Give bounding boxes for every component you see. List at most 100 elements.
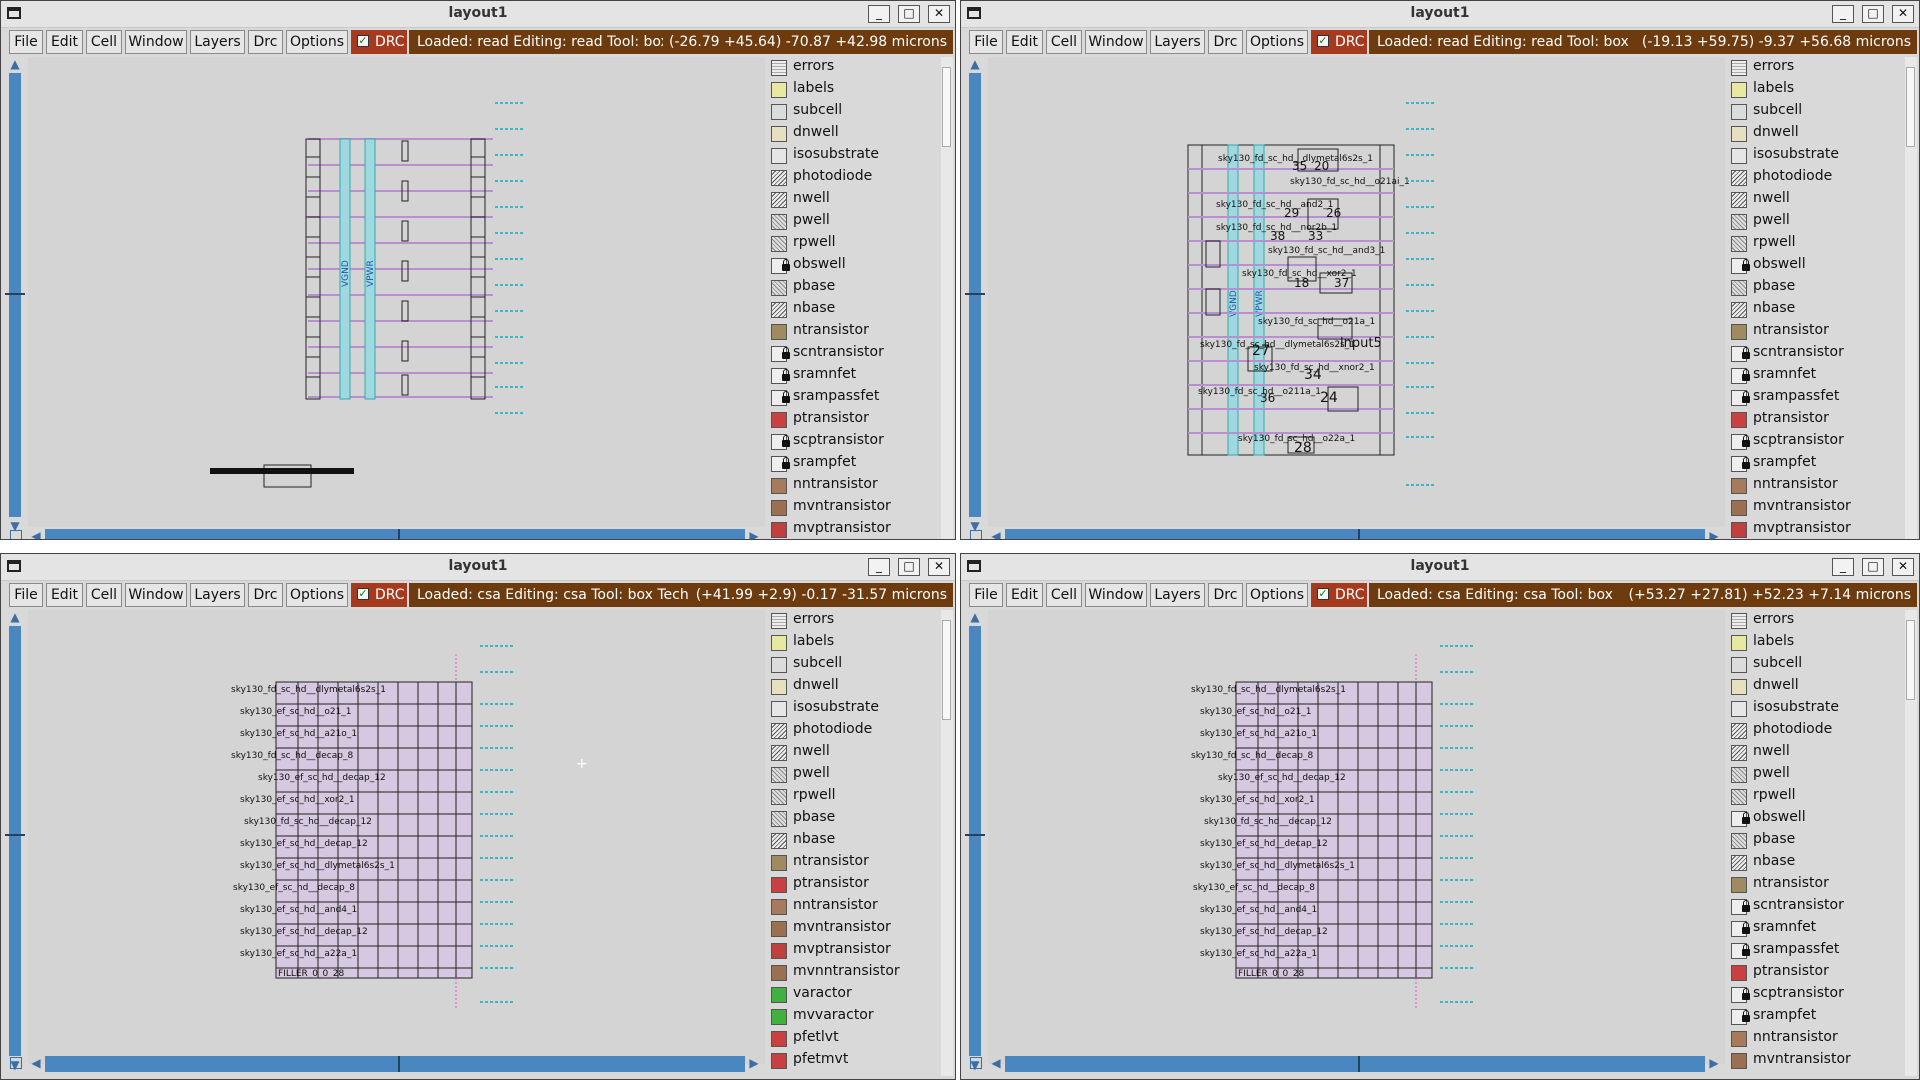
layer-swatch-icon[interactable]: [1731, 522, 1747, 538]
minimize-button[interactable]: _: [1832, 558, 1854, 576]
layer-swatch-icon[interactable]: [1731, 148, 1747, 164]
layer-swatch-icon[interactable]: [771, 811, 787, 827]
layer-row-ptransistor[interactable]: ptransistor: [765, 874, 941, 896]
layer-row-mvptransistor[interactable]: mvptransistor: [1725, 519, 1905, 539]
layer-row-isosubstrate[interactable]: isosubstrate: [765, 698, 941, 720]
layer-row-ntransistor[interactable]: ntransistor: [1725, 874, 1905, 896]
layer-row-mvntransistor[interactable]: mvntransistor: [1725, 497, 1905, 519]
vertical-scrollbar[interactable]: ▲ ▼: [5, 610, 25, 1074]
layer-row-scptransistor[interactable]: scptransistor: [1725, 431, 1905, 453]
layer-swatch-icon[interactable]: [771, 456, 790, 472]
drc-toggle[interactable]: ✓ DRC: [1311, 583, 1367, 607]
layer-swatch-icon[interactable]: [1731, 833, 1747, 849]
menu-drc[interactable]: Drc: [1208, 30, 1243, 54]
menu-layers[interactable]: Layers: [1150, 583, 1205, 607]
layer-row-ptransistor[interactable]: ptransistor: [765, 409, 941, 431]
layer-swatch-icon[interactable]: [771, 324, 787, 340]
scroll-up-icon[interactable]: ▲: [8, 57, 22, 71]
layer-row-rpwell[interactable]: rpwell: [765, 233, 941, 255]
scroll-right-icon[interactable]: ▶: [747, 1056, 761, 1070]
layer-swatch-icon[interactable]: [1731, 921, 1750, 937]
layer-swatch-icon[interactable]: [771, 500, 787, 516]
menu-layers[interactable]: Layers: [190, 30, 245, 54]
layer-swatch-icon[interactable]: [1731, 745, 1747, 761]
layer-swatch-icon[interactable]: [1731, 412, 1747, 428]
layer-row-pwell[interactable]: pwell: [1725, 764, 1905, 786]
layer-swatch-icon[interactable]: [771, 965, 787, 981]
layer-swatch-icon[interactable]: [771, 390, 790, 406]
layer-swatch-icon[interactable]: [771, 767, 787, 783]
layer-swatch-icon[interactable]: [771, 126, 787, 142]
layer-swatch-icon[interactable]: [1731, 346, 1750, 362]
layer-swatch-icon[interactable]: [1731, 1031, 1747, 1047]
layer-row-nwell[interactable]: nwell: [1725, 189, 1905, 211]
layer-row-labels[interactable]: labels: [765, 79, 941, 101]
layer-swatch-icon[interactable]: [1731, 987, 1750, 1003]
layer-row-pbase[interactable]: pbase: [765, 277, 941, 299]
layer-row-srampfet[interactable]: srampfet: [1725, 1006, 1905, 1028]
vertical-scrollbar[interactable]: ▲ ▼: [965, 610, 985, 1074]
layer-swatch-icon[interactable]: [1731, 478, 1747, 494]
layer-row-mvptransistor[interactable]: mvptransistor: [765, 940, 941, 962]
layer-row-photodiode[interactable]: photodiode: [765, 167, 941, 189]
layer-row-dnwell[interactable]: dnwell: [765, 676, 941, 698]
menu-cell[interactable]: Cell: [1046, 583, 1082, 607]
layer-row-sramnfet[interactable]: sramnfet: [765, 365, 941, 387]
close-button[interactable]: ✕: [928, 5, 950, 23]
layer-row-nwell[interactable]: nwell: [1725, 742, 1905, 764]
layer-swatch-icon[interactable]: [1731, 60, 1747, 76]
layer-row-pfetmvt[interactable]: pfetmvt: [765, 1050, 941, 1072]
menu-window[interactable]: Window: [1085, 30, 1147, 54]
layer-row-srampfet[interactable]: srampfet: [765, 453, 941, 475]
layer-swatch-icon[interactable]: [1731, 855, 1747, 871]
layer-swatch-icon[interactable]: [771, 613, 787, 629]
layer-swatch-icon[interactable]: [1731, 943, 1750, 959]
layer-swatch-icon[interactable]: [771, 745, 787, 761]
layer-swatch-icon[interactable]: [771, 987, 787, 1003]
layer-row-errors[interactable]: errors: [765, 610, 941, 632]
layer-swatch-icon[interactable]: [771, 1009, 787, 1025]
layer-swatch-icon[interactable]: [771, 280, 787, 296]
drc-checkbox-icon[interactable]: ✓: [1317, 35, 1329, 47]
menu-edit[interactable]: Edit: [46, 583, 83, 607]
layer-swatch-icon[interactable]: [771, 104, 787, 120]
layer-row-sramnfet[interactable]: sramnfet: [1725, 365, 1905, 387]
layer-swatch-icon[interactable]: [771, 258, 790, 274]
horizontal-scrollbar[interactable]: [1005, 1056, 1705, 1072]
layer-row-sramnfet[interactable]: sramnfet: [1725, 918, 1905, 940]
menu-cell[interactable]: Cell: [86, 30, 122, 54]
drc-toggle[interactable]: ✓ DRC: [351, 583, 407, 607]
minimize-button[interactable]: _: [868, 5, 890, 23]
layer-row-subcell[interactable]: subcell: [765, 101, 941, 123]
close-button[interactable]: ✕: [1892, 558, 1914, 576]
layer-row-ntransistor[interactable]: ntransistor: [1725, 321, 1905, 343]
layer-swatch-icon[interactable]: [771, 877, 787, 893]
layer-row-pbase[interactable]: pbase: [765, 808, 941, 830]
horizontal-scrollbar[interactable]: [45, 1056, 745, 1072]
layer-swatch-icon[interactable]: [771, 701, 787, 717]
layer-swatch-icon[interactable]: [771, 368, 790, 384]
layer-swatch-icon[interactable]: [771, 635, 787, 651]
layer-row-srampassfet[interactable]: srampassfet: [765, 387, 941, 409]
drc-checkbox-icon[interactable]: ✓: [357, 588, 369, 600]
scroll-up-icon[interactable]: ▲: [8, 610, 22, 624]
layer-row-nntransistor[interactable]: nntransistor: [765, 475, 941, 497]
layer-row-pfetlvt[interactable]: pfetlvt: [765, 1028, 941, 1050]
menu-options[interactable]: Options: [1246, 583, 1308, 607]
maximize-button[interactable]: □: [898, 5, 920, 23]
layer-swatch-icon[interactable]: [771, 412, 787, 428]
layer-swatch-icon[interactable]: [1731, 877, 1747, 893]
layout-canvas[interactable]: sky130_fd_sc_hd__dlymetal6s2s_1 sky130_e…: [988, 610, 1726, 1064]
scroll-up-icon[interactable]: ▲: [968, 57, 982, 71]
vertical-scrollbar[interactable]: ▲ ▼: [5, 57, 25, 535]
menu-file[interactable]: File: [9, 30, 43, 54]
layer-swatch-icon[interactable]: [771, 302, 787, 318]
drc-checkbox-icon[interactable]: ✓: [357, 35, 369, 47]
layer-row-mvvaractor[interactable]: mvvaractor: [765, 1006, 941, 1028]
layer-swatch-icon[interactable]: [1731, 811, 1750, 827]
layer-row-dnwell[interactable]: dnwell: [1725, 123, 1905, 145]
layer-row-subcell[interactable]: subcell: [1725, 101, 1905, 123]
layer-swatch-icon[interactable]: [1731, 635, 1747, 651]
layer-row-nwell[interactable]: nwell: [765, 742, 941, 764]
layer-row-nntransistor[interactable]: nntransistor: [1725, 1028, 1905, 1050]
